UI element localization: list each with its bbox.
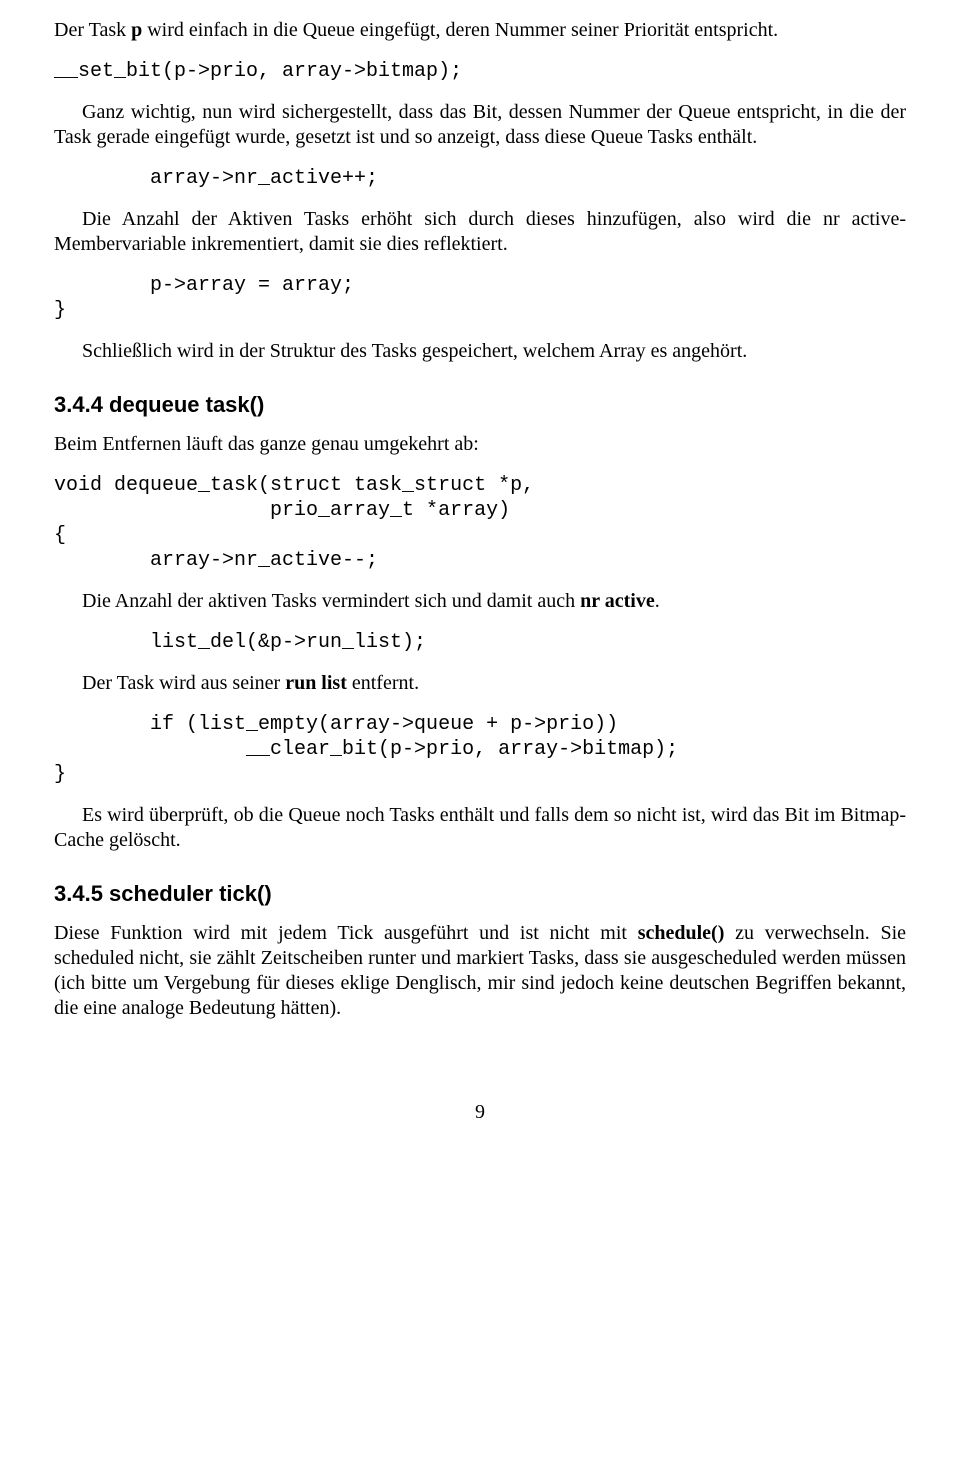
text: Diese Funktion wird mit jedem Tick ausge… [54, 922, 638, 944]
text: . [655, 590, 660, 612]
text: wird einfach in die Queue eingefügt, der… [142, 19, 778, 41]
paragraph-8: Es wird überprüft, ob die Queue noch Tas… [54, 803, 906, 853]
text: entfernt. [347, 672, 419, 694]
code-setbit: __set_bit(p->prio, array->bitmap); [54, 59, 906, 84]
code-list-empty: if (list_empty(array->queue + p->prio)) … [54, 712, 906, 787]
page-number: 9 [54, 1101, 906, 1124]
bold-schedule: schedule() [638, 922, 725, 944]
page-content: Der Task p wird einfach in die Queue ein… [0, 0, 960, 1164]
section-344-heading: 3.4.4 dequeue task() [54, 392, 906, 418]
paragraph-2: Ganz wichtig, nun wird sichergestellt, d… [54, 100, 906, 150]
section-345-heading: 3.4.5 scheduler tick() [54, 881, 906, 907]
paragraph-1: Der Task p wird einfach in die Queue ein… [54, 18, 906, 43]
text: Der Task [54, 19, 131, 41]
paragraph-6: Die Anzahl der aktiven Tasks vermindert … [54, 589, 906, 614]
paragraph-4: Schließlich wird in der Struktur des Tas… [54, 339, 906, 364]
paragraph-9: Diese Funktion wird mit jedem Tick ausge… [54, 921, 906, 1021]
code-list-del: list_del(&p->run_list); [54, 630, 906, 655]
text: Die Anzahl der aktiven Tasks vermindert … [82, 590, 580, 612]
code-array-assign: p->array = array; } [54, 273, 906, 323]
bold-p: p [131, 19, 142, 41]
code-nr-active-inc: array->nr_active++; [54, 166, 906, 191]
code-dequeue-sig: void dequeue_task(struct task_struct *p,… [54, 473, 906, 573]
bold-nr-active: nr active [580, 590, 655, 612]
paragraph-3: Die Anzahl der Aktiven Tasks erhöht sich… [54, 207, 906, 257]
bold-run-list: run list [285, 672, 347, 694]
paragraph-5: Beim Entfernen läuft das ganze genau umg… [54, 432, 906, 457]
text: Der Task wird aus seiner [82, 672, 285, 694]
paragraph-7: Der Task wird aus seiner run list entfer… [54, 671, 906, 696]
